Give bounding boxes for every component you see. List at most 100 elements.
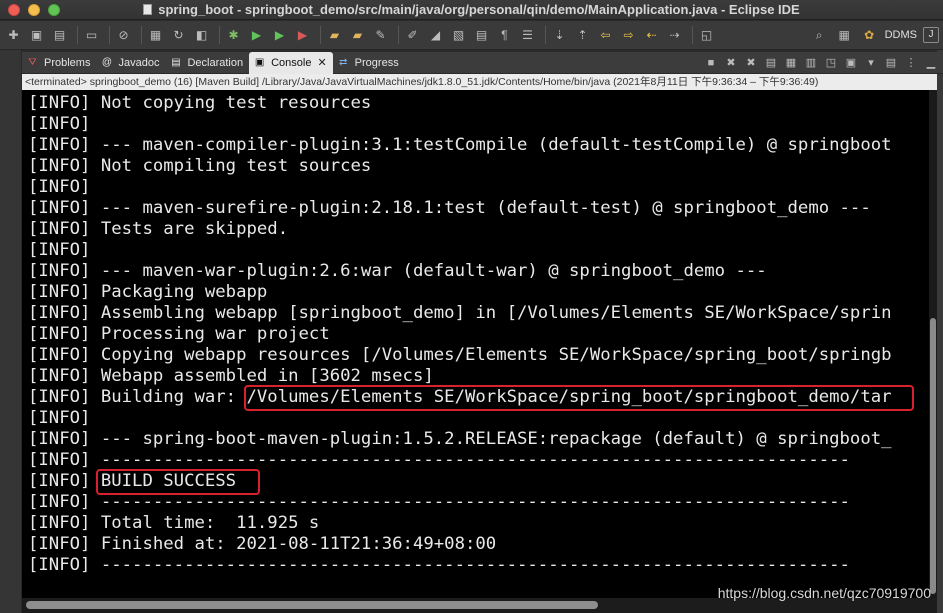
tab-console[interactable]: ▣ Console ✕ bbox=[249, 51, 333, 74]
outline-icon[interactable]: ☰ bbox=[518, 26, 537, 45]
console-line: [INFO] ---------------------------------… bbox=[28, 450, 850, 470]
copy-icon[interactable]: ▤ bbox=[763, 55, 779, 71]
console-line: [INFO] Total time: 11.925 s bbox=[28, 513, 320, 533]
console-line: [INFO] ---------------------------------… bbox=[28, 492, 850, 512]
toolbar-separator bbox=[109, 26, 110, 44]
open-perspective-icon[interactable]: ▦ bbox=[835, 26, 854, 45]
window-title-text: spring_boot - springboot_demo/src/main/j… bbox=[158, 2, 800, 17]
run-icon[interactable]: ▶ bbox=[247, 26, 266, 45]
open-type-icon[interactable]: ◧ bbox=[192, 26, 211, 45]
edit-icon[interactable]: ✎ bbox=[371, 26, 390, 45]
debug-icon[interactable]: ✱ bbox=[224, 26, 243, 45]
chevron-down-icon[interactable]: ▾ bbox=[863, 55, 879, 71]
console-process-label: <terminated> springboot_demo (16) [Maven… bbox=[22, 74, 937, 90]
toolbar-separator bbox=[398, 26, 399, 44]
tab-label: Javadoc bbox=[118, 56, 160, 69]
right-trim-bar bbox=[937, 50, 943, 613]
view-menu-icon[interactable]: ⋮ bbox=[903, 55, 919, 71]
external-tools-icon[interactable]: ▶ bbox=[293, 26, 312, 45]
build-icon[interactable]: ▦ bbox=[146, 26, 165, 45]
minimize-window-button[interactable] bbox=[28, 3, 40, 16]
pin-editor-icon[interactable]: ◱ bbox=[697, 26, 716, 45]
display-selected-console-icon[interactable]: ▣ bbox=[843, 55, 859, 71]
console-line: [INFO] BUILD SUCCESS bbox=[28, 471, 237, 491]
remove-all-terminated-icon[interactable]: ✖ bbox=[743, 55, 759, 71]
tab-label: Declaration bbox=[187, 56, 244, 69]
block-selection-icon[interactable]: ▧ bbox=[449, 26, 468, 45]
open-folder-icon[interactable]: ▰ bbox=[325, 26, 344, 45]
problems-icon: ⛛ bbox=[28, 57, 37, 68]
pin-console-icon[interactable]: ◳ bbox=[823, 55, 839, 71]
vertical-scrollbar[interactable] bbox=[929, 90, 937, 598]
window-title: spring_boot - springboot_demo/src/main/j… bbox=[0, 0, 943, 20]
word-wrap-icon[interactable]: ▥ bbox=[803, 55, 819, 71]
console-line: [INFO] --- maven-war-plugin:2.6:war (def… bbox=[28, 261, 767, 281]
word-wrap-icon[interactable]: ▤ bbox=[472, 26, 491, 45]
terminate-icon[interactable]: ■ bbox=[703, 55, 719, 71]
java-perspective-icon[interactable]: J bbox=[923, 27, 939, 43]
console-view-toolbar: ■ ✖ ✖ ▤ ▦ ▥ ◳ ▣ ▾ ▤ ⋮ ▁ bbox=[703, 55, 943, 71]
window-controls bbox=[8, 3, 60, 16]
search-icon[interactable]: ⌕ bbox=[810, 26, 829, 45]
console-line: [INFO] Copying webapp resources [/Volume… bbox=[28, 345, 892, 365]
horizontal-scroll-thumb[interactable] bbox=[26, 601, 598, 609]
console-line: [INFO] Tests are skipped. bbox=[28, 219, 289, 239]
vertical-scroll-thumb[interactable] bbox=[930, 318, 936, 594]
tab-declaration[interactable]: ▤ Declaration bbox=[165, 52, 249, 74]
show-whitespace-icon[interactable]: ¶ bbox=[495, 26, 514, 45]
toolbar-separator bbox=[320, 26, 321, 44]
console-line: [INFO] Not compiling test sources bbox=[28, 156, 372, 176]
back-icon[interactable]: ⇦ bbox=[596, 26, 615, 45]
maximize-window-button[interactable] bbox=[48, 3, 60, 16]
console-line: [INFO] bbox=[28, 240, 91, 260]
console-line: [INFO] ---------------------------------… bbox=[28, 555, 850, 575]
scroll-lock-icon[interactable]: ▦ bbox=[783, 55, 799, 71]
minimize-view-icon[interactable]: ▁ bbox=[923, 55, 939, 71]
forward-icon[interactable]: ⇨ bbox=[619, 26, 638, 45]
terminal-icon[interactable]: ▭ bbox=[82, 26, 101, 45]
console-line: [INFO] Packaging webapp bbox=[28, 282, 268, 302]
open-console-icon[interactable]: ▤ bbox=[883, 55, 899, 71]
remove-launch-icon[interactable]: ✖ bbox=[723, 55, 739, 71]
toolbar-separator bbox=[77, 26, 78, 44]
ddms-perspective-button[interactable]: DDMS bbox=[885, 29, 917, 41]
annotation-icon[interactable]: ◢ bbox=[426, 26, 445, 45]
coverage-icon[interactable]: ▶ bbox=[270, 26, 289, 45]
close-icon[interactable]: ✕ bbox=[317, 56, 326, 69]
close-window-button[interactable] bbox=[8, 3, 20, 16]
tab-javadoc[interactable]: @ Javadoc bbox=[96, 52, 165, 74]
tab-label: Console bbox=[271, 56, 312, 69]
save-all-icon[interactable]: ▤ bbox=[50, 26, 69, 45]
progress-icon: ⇄ bbox=[338, 57, 348, 68]
previous-annotation-icon[interactable]: ⇡ bbox=[573, 26, 592, 45]
toolbar-separator bbox=[219, 26, 220, 44]
new-icon[interactable]: ✚ bbox=[4, 26, 23, 45]
console-line: [INFO] Finished at: 2021-08-11T21:36:49+… bbox=[28, 534, 497, 554]
tab-problems[interactable]: ⛛ Problems bbox=[22, 52, 96, 74]
javadoc-icon: @ bbox=[101, 57, 113, 68]
console-output[interactable]: [INFO] Not copying test resources [INFO][… bbox=[22, 90, 929, 598]
tab-progress[interactable]: ⇄ Progress bbox=[333, 52, 405, 74]
title-bar: spring_boot - springboot_demo/src/main/j… bbox=[0, 0, 943, 20]
console-line: [INFO] --- maven-compiler-plugin:3.1:tes… bbox=[28, 135, 892, 155]
console-line: [INFO] Building war: /Volumes/Elements S… bbox=[28, 387, 892, 407]
console-line: [INFO] Webapp assembled in [3602 msecs] bbox=[28, 366, 434, 386]
open-package-icon[interactable]: ▰ bbox=[348, 26, 367, 45]
perspective-switcher: ⌕ ▦ ✿ DDMS J bbox=[810, 26, 939, 45]
document-icon bbox=[143, 4, 153, 15]
toolbar-separator bbox=[141, 26, 142, 44]
navigate-forward-icon[interactable]: ⇢ bbox=[665, 26, 684, 45]
console-line: [INFO] Assembling webapp [springboot_dem… bbox=[28, 303, 892, 323]
next-annotation-icon[interactable]: ⇣ bbox=[550, 26, 569, 45]
mark-occurrences-icon[interactable]: ✐ bbox=[403, 26, 422, 45]
android-icon[interactable]: ✿ bbox=[860, 26, 879, 45]
console-line: [INFO] --- maven-surefire-plugin:2.18.1:… bbox=[28, 198, 871, 218]
tab-label: Problems bbox=[44, 56, 91, 69]
watermark: https://blog.csdn.net/qzc70919700 bbox=[717, 585, 931, 601]
skip-breakpoints-icon[interactable]: ⊘ bbox=[114, 26, 133, 45]
last-edit-icon[interactable]: ⇠ bbox=[642, 26, 661, 45]
console-line: [INFO] bbox=[28, 177, 91, 197]
refresh-icon[interactable]: ↻ bbox=[169, 26, 188, 45]
declaration-icon: ▤ bbox=[171, 57, 181, 68]
save-icon[interactable]: ▣ bbox=[27, 26, 46, 45]
